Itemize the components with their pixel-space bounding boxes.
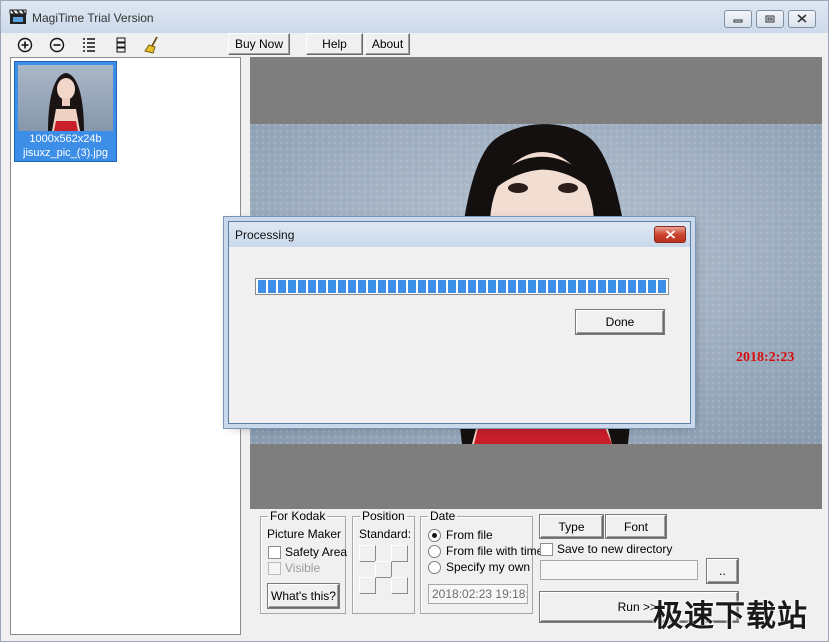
app-window: MagiTime Trial Version Buy Now Help Abou…	[0, 0, 829, 642]
done-button[interactable]: Done	[576, 310, 664, 334]
position-center[interactable]	[375, 561, 392, 578]
maximize-icon	[765, 12, 775, 26]
picture-maker-label: Picture Maker	[267, 527, 342, 541]
position-top-right[interactable]	[391, 545, 408, 562]
site-watermark: 极速下载站	[653, 599, 808, 634]
maximize-button[interactable]	[756, 10, 784, 28]
date-specify-own-label: Specify my own	[446, 560, 531, 574]
dialog-title-bar[interactable]: Processing	[229, 222, 690, 247]
window-title: MagiTime Trial Version	[32, 11, 154, 25]
toolbar	[1, 33, 828, 57]
help-button[interactable]: Help	[306, 33, 363, 55]
about-button[interactable]: About	[365, 33, 410, 55]
date-from-file-radio[interactable]	[428, 529, 441, 542]
minimize-button[interactable]	[724, 10, 752, 28]
visible-checkbox[interactable]	[268, 562, 281, 575]
thumbnail-dimensions: 1000x562x24b	[29, 133, 102, 145]
date-group: Date From file From file with time Speci…	[420, 509, 543, 614]
close-button[interactable]	[788, 10, 816, 28]
list-icon[interactable]	[79, 35, 99, 55]
remove-icon[interactable]	[47, 35, 67, 55]
progress-bar	[255, 278, 669, 295]
progress-fill	[258, 280, 666, 293]
position-top-left[interactable]	[359, 545, 376, 562]
date-value-field[interactable]: 2018:02:23 19:18:52	[428, 584, 528, 604]
directory-field[interactable]	[540, 560, 698, 580]
thumbnail-image	[18, 65, 113, 131]
buy-now-button[interactable]: Buy Now	[228, 33, 290, 55]
add-icon[interactable]	[15, 35, 35, 55]
processing-dialog: Processing Done	[228, 221, 691, 424]
position-bottom-right[interactable]	[391, 577, 408, 594]
date-from-file-label: From file	[446, 528, 493, 542]
whats-this-button[interactable]: What's this?	[268, 584, 339, 608]
broom-icon[interactable]	[143, 35, 163, 55]
date-from-file-with-time-label: From file with time	[446, 544, 544, 558]
safety-area-label: Safety Area	[285, 545, 348, 559]
minimize-icon	[733, 12, 743, 26]
dialog-title: Processing	[235, 228, 295, 242]
type-button[interactable]: Type	[540, 515, 603, 538]
list-item[interactable]: 1000x562x24b jisuxz_pic_(3).jpg	[14, 61, 117, 162]
safety-area-checkbox[interactable]	[268, 546, 281, 559]
kodak-group: For Kodak Picture Maker Safety Area Visi…	[260, 509, 348, 614]
file-list-panel[interactable]: 1000x562x24b jisuxz_pic_(3).jpg	[10, 57, 241, 635]
kodak-group-legend: For Kodak	[268, 509, 328, 523]
thumbnail-filename: jisuxz_pic_(3).jpg	[23, 147, 108, 159]
position-group-legend: Position	[360, 509, 407, 523]
title-bar[interactable]: MagiTime Trial Version	[1, 1, 828, 33]
date-group-legend: Date	[428, 509, 458, 523]
date-from-file-with-time-radio[interactable]	[428, 545, 441, 558]
dialog-close-button[interactable]	[654, 226, 686, 243]
film-clapper-icon	[9, 9, 27, 25]
browse-button[interactable]: ..	[707, 559, 738, 583]
close-icon	[665, 228, 676, 242]
date-specify-own-radio[interactable]	[428, 561, 441, 574]
date-stamp: 2018:2:23	[736, 350, 795, 365]
position-group: Position Standard:	[352, 509, 415, 614]
save-new-directory-label: Save to new directory	[557, 542, 673, 556]
save-new-directory-checkbox[interactable]	[540, 543, 553, 556]
position-bottom-left[interactable]	[359, 577, 376, 594]
font-button[interactable]: Font	[606, 515, 666, 538]
position-standard-label: Standard:	[359, 527, 412, 541]
visible-label: Visible	[285, 561, 321, 575]
columns-icon[interactable]	[111, 35, 131, 55]
close-icon	[797, 12, 807, 26]
